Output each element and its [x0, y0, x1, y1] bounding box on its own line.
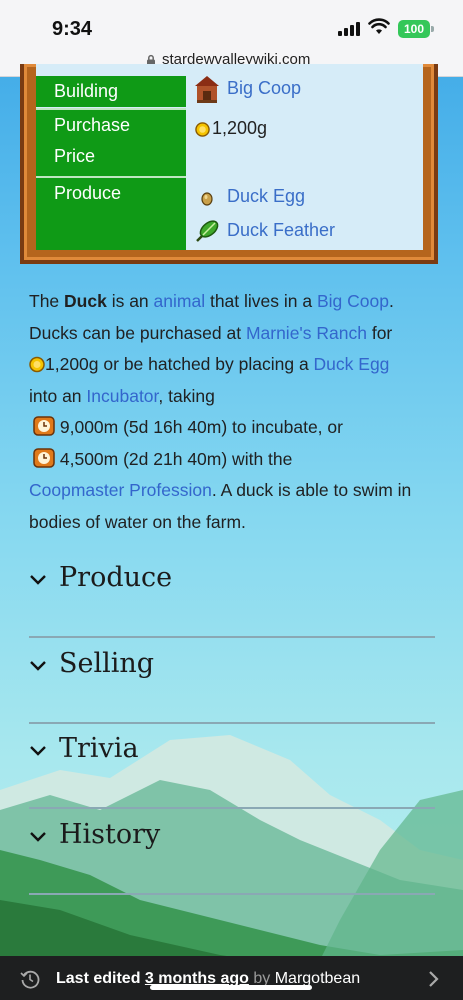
- infobox-link-big-coop[interactable]: Big Coop: [227, 78, 301, 99]
- home-indicator: [150, 985, 312, 990]
- gold-coin-icon: [29, 356, 45, 373]
- duck-feather-icon: [196, 220, 219, 242]
- wifi-icon: [368, 18, 390, 34]
- link-duck-egg[interactable]: Duck Egg: [314, 354, 390, 374]
- clock: 9:34: [52, 18, 93, 40]
- coop-icon: [195, 76, 219, 103]
- cellular-signal-icon: [338, 22, 360, 36]
- infobox-link-duck-egg[interactable]: Duck Egg: [227, 186, 305, 207]
- link-coopmaster-profession[interactable]: Coopmaster Profession: [29, 480, 212, 500]
- last-edited-bar[interactable]: Last edited 3 months ago by Margotbean: [0, 956, 463, 1000]
- section-trivia[interactable]: Trivia: [29, 721, 435, 809]
- infobox-price-value: 1,200g: [212, 118, 268, 138]
- history-icon: [20, 970, 40, 989]
- link-big-coop[interactable]: Big Coop: [317, 291, 389, 311]
- section-title: Trivia: [59, 733, 139, 764]
- link-marnies-ranch[interactable]: Marnie's Ranch: [246, 323, 367, 343]
- battery-indicator: 100: [398, 20, 430, 38]
- link-incubator[interactable]: Incubator: [86, 386, 158, 406]
- infobox-label-produce: Produce: [36, 178, 186, 250]
- chevron-down-icon: [30, 746, 46, 756]
- infobox-label-building: Building: [36, 76, 186, 107]
- clock-icon: [33, 447, 55, 468]
- infobox-label-purchase-price: Purchase Price: [36, 110, 186, 176]
- section-title: Selling: [59, 648, 155, 679]
- infobox-link-duck-feather[interactable]: Duck Feather: [227, 220, 335, 241]
- section-selling[interactable]: Selling: [29, 636, 435, 724]
- chevron-down-icon: [30, 832, 46, 842]
- gold-coin-icon: [195, 122, 210, 137]
- battery-tip: [431, 26, 434, 32]
- term-duck: Duck: [64, 291, 107, 311]
- article-paragraph: The Duck is an animal that lives in a Bi…: [29, 291, 412, 532]
- duck-egg-icon: [201, 192, 213, 206]
- section-title: History: [59, 819, 161, 850]
- section-produce[interactable]: Produce: [29, 550, 435, 638]
- link-animal[interactable]: animal: [154, 291, 206, 311]
- chevron-down-icon: [30, 575, 46, 585]
- section-title: Produce: [59, 562, 173, 593]
- status-bar: 9:34 100: [0, 0, 463, 48]
- clock-icon: [33, 416, 55, 436]
- chevron-down-icon: [30, 661, 46, 671]
- section-history[interactable]: History: [29, 807, 435, 895]
- chevron-right-icon: [429, 971, 439, 987]
